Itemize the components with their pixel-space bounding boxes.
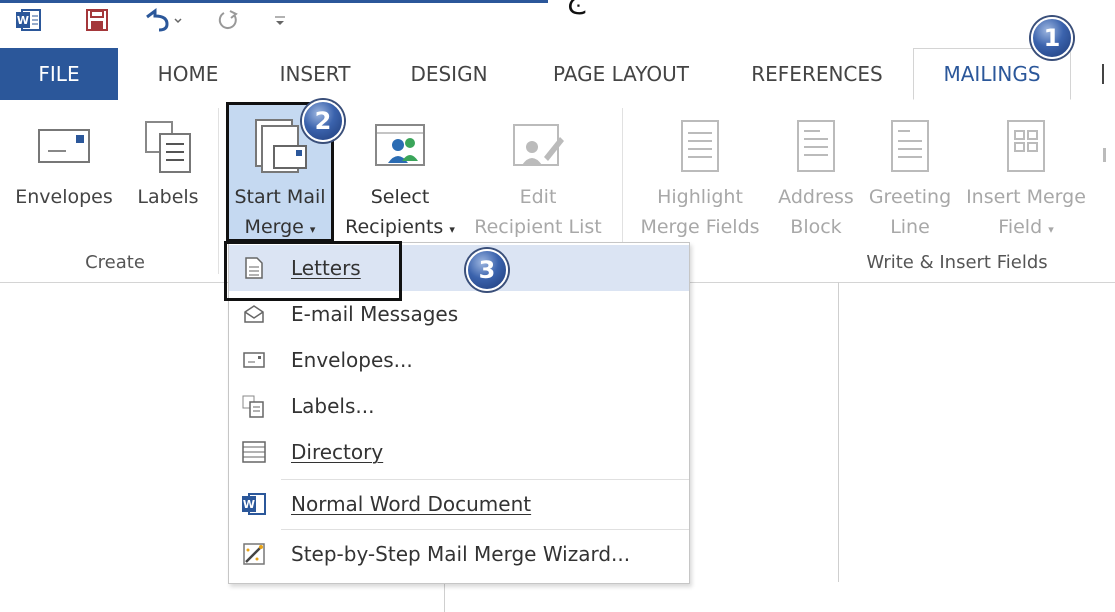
- labels-label: Labels: [137, 186, 199, 208]
- menu-separator: [281, 479, 689, 480]
- select-recipients-icon: [338, 110, 462, 182]
- edit-recipient-list-button[interactable]: Edit Recipient List: [466, 110, 610, 240]
- directory-icon: [241, 439, 267, 465]
- word-app-icon[interactable]: W: [14, 6, 44, 34]
- highlight-box-letters: [224, 241, 402, 301]
- highlight-merge-fields-icon: [630, 110, 770, 182]
- group-label-write-insert: Write & Insert Fields: [866, 252, 1048, 273]
- save-icon[interactable]: [82, 6, 112, 34]
- menu-separator: [281, 529, 689, 530]
- insert-merge-field-button[interactable]: Insert Merge Field ▾: [958, 110, 1094, 240]
- greeting-line-icon: [862, 110, 958, 182]
- tab-overflow[interactable]: [1090, 48, 1115, 100]
- title-text: ج: [566, 0, 585, 15]
- customize-toolbar-icon[interactable]: [268, 6, 292, 34]
- labels-button[interactable]: Labels: [128, 110, 208, 240]
- step-1-badge: 1: [1031, 17, 1073, 59]
- wizard-icon: [241, 541, 267, 567]
- greeting-line-label-2: Line: [890, 216, 930, 238]
- envelopes-button[interactable]: Envelopes: [14, 110, 114, 240]
- email-envelope-icon: [241, 301, 267, 327]
- directory-label: Directory: [291, 440, 384, 464]
- envelope-icon: [14, 110, 114, 182]
- title-bar-accent: [0, 0, 548, 3]
- ribbon-tabs: FILE HOME INSERT DESIGN PAGE LAYOUT REFE…: [0, 48, 1115, 101]
- ribbon-overflow-marker: [1103, 148, 1106, 162]
- envelope-icon: [241, 347, 267, 373]
- quick-access-toolbar: ج W: [0, 0, 1115, 46]
- envelopes-label: Envelopes: [15, 186, 113, 208]
- highlight-merge-fields-label-2: Merge Fields: [640, 216, 760, 238]
- select-recipients-label-2: Recipients: [345, 216, 444, 238]
- address-block-label-2: Block: [790, 216, 842, 238]
- highlight-merge-fields-button[interactable]: Highlight Merge Fields: [630, 110, 770, 240]
- tab-home[interactable]: HOME: [148, 48, 228, 100]
- dropdown-arrow-icon: ▾: [1048, 223, 1054, 236]
- mail-merge-wizard-label: Step-by-Step Mail Merge Wizard...: [291, 542, 631, 566]
- normal-word-document-label: Normal Word Document: [291, 492, 532, 516]
- edit-recipient-list-label-2: Recipient List: [474, 216, 602, 238]
- select-recipients-button[interactable]: Select Recipients ▾: [338, 110, 462, 240]
- greeting-line-label-1: Greeting: [868, 186, 952, 208]
- labels-icon: [128, 110, 208, 182]
- menu-item-directory[interactable]: Directory: [229, 429, 689, 475]
- select-recipients-label-1: Select: [370, 186, 430, 208]
- email-messages-label: E-mail Messages: [291, 302, 459, 326]
- word-document-icon: W: [241, 491, 267, 517]
- highlight-merge-fields-label-1: Highlight: [657, 186, 743, 208]
- tab-page-layout[interactable]: PAGE LAYOUT: [540, 48, 702, 100]
- redo-icon[interactable]: [214, 6, 242, 34]
- envelopes-menu-label: Envelopes...: [291, 348, 413, 372]
- tab-insert[interactable]: INSERT: [272, 48, 358, 100]
- tab-references[interactable]: REFERENCES: [746, 48, 888, 100]
- menu-item-envelopes[interactable]: Envelopes...: [229, 337, 689, 383]
- menu-item-labels[interactable]: Labels...: [229, 383, 689, 429]
- address-block-icon: [770, 110, 862, 182]
- svg-text:W: W: [243, 498, 255, 511]
- greeting-line-button[interactable]: Greeting Line: [862, 110, 958, 240]
- menu-item-mail-merge-wizard[interactable]: Step-by-Step Mail Merge Wizard...: [229, 531, 689, 577]
- group-separator: [218, 108, 219, 274]
- group-label-create: Create: [85, 252, 145, 273]
- address-block-button[interactable]: Address Block: [770, 110, 862, 240]
- labels-menu-label: Labels...: [291, 394, 375, 418]
- tab-design[interactable]: DESIGN: [404, 48, 494, 100]
- tab-file[interactable]: FILE: [0, 48, 118, 100]
- svg-text:W: W: [17, 14, 29, 27]
- undo-icon[interactable]: [140, 6, 184, 34]
- insert-merge-field-icon: [958, 110, 1094, 182]
- edit-recipient-list-icon: [466, 110, 610, 182]
- address-block-label-1: Address: [778, 186, 854, 208]
- edit-recipient-list-label-1: Edit: [519, 186, 557, 208]
- document-margin-line: [838, 282, 839, 582]
- step-3-badge: 3: [466, 249, 508, 291]
- insert-merge-field-label-1: Insert Merge: [966, 186, 1086, 208]
- labels-icon: [241, 393, 267, 419]
- menu-item-normal-word-document[interactable]: W Normal Word Document: [229, 481, 689, 527]
- dropdown-arrow-icon: ▾: [449, 223, 455, 236]
- insert-merge-field-label-2: Field: [998, 216, 1043, 238]
